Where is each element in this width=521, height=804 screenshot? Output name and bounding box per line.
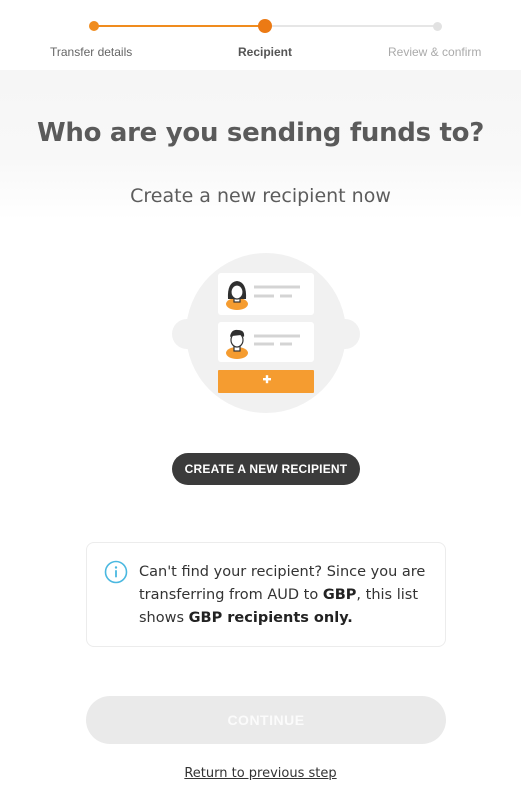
continue-button[interactable]: CONTINUE [86, 696, 446, 744]
step-dot-review-confirm [433, 22, 442, 31]
step-label-recipient: Recipient [238, 45, 293, 59]
step-dot-recipient [258, 19, 272, 33]
stepper-track-remaining [265, 25, 437, 27]
page-subtitle: Create a new recipient now [130, 185, 391, 207]
info-notice: Can't find your recipient? Since you are… [86, 542, 446, 647]
return-previous-step-link[interactable]: Return to previous step [0, 766, 521, 781]
progress-stepper: Transfer details Recipient Review & conf… [0, 0, 521, 70]
step-dot-transfer-details [89, 21, 99, 31]
step-label-transfer-details[interactable]: Transfer details [50, 45, 132, 59]
info-currency: GBP [322, 587, 357, 603]
info-emphasis: GBP recipients only. [188, 610, 353, 626]
page-title: Who are you sending funds to? [37, 118, 484, 148]
info-message: Can't find your recipient? Since you are… [139, 561, 429, 630]
recipients-illustration [170, 252, 362, 414]
create-recipient-button[interactable]: CREATE A NEW RECIPIENT [172, 453, 360, 485]
stepper-track-completed [93, 25, 265, 27]
info-icon [104, 560, 128, 584]
step-label-review-confirm: Review & confirm [388, 45, 482, 59]
